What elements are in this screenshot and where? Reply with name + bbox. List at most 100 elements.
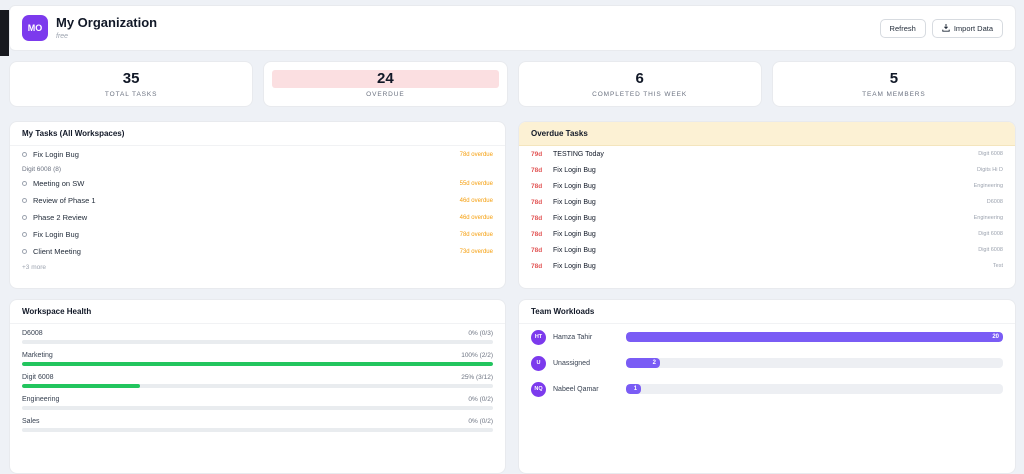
workspace-health-row-top: D6008 0% (0/3) <box>22 330 493 337</box>
overdue-task-workspace: D6008 <box>986 199 1003 205</box>
workspace-name: Sales <box>22 418 40 425</box>
workload-bar-track: 2 <box>626 358 1003 368</box>
overdue-days: 78d <box>531 230 543 238</box>
workload-bar-track: 1 <box>626 384 1003 394</box>
my-tasks-panel: My Tasks (All Workspaces) Fix Login Bug 7… <box>9 121 506 289</box>
task-overdue-label: 46d overdue <box>459 214 493 221</box>
task-overdue-label: 78d overdue <box>459 231 493 238</box>
import-label: Import Data <box>953 23 993 33</box>
overdue-task-workspace: Engineering <box>973 215 1003 221</box>
overdue-task-row[interactable]: 78d Fix Login Bug Digit 6008 <box>519 242 1015 258</box>
member-name: Nabeel Qamar <box>553 385 599 393</box>
task-row[interactable]: Client Meeting 73d overdue <box>10 243 505 260</box>
workspace-health-stat: 0% (0/3) <box>468 330 493 337</box>
task-name: Phase 2 Review <box>33 213 88 222</box>
workspace-health-stat: 25% (3/12) <box>461 374 493 381</box>
task-name: Client Meeting <box>33 247 81 256</box>
overdue-task-row[interactable]: 79d TESTING Today Digit 6008 <box>519 146 1015 162</box>
health-progress-track <box>22 362 493 366</box>
overdue-tasks-title: Overdue Tasks <box>531 129 588 138</box>
left-column: My Tasks (All Workspaces) Fix Login Bug 7… <box>9 121 506 474</box>
overdue-task-name: Fix Login Bug <box>553 246 596 254</box>
main-grid: My Tasks (All Workspaces) Fix Login Bug 7… <box>9 121 1016 474</box>
task-row[interactable]: Fix Login Bug 78d overdue <box>10 226 505 243</box>
task-row[interactable]: Phase 2 Review 46d overdue <box>10 209 505 226</box>
overdue-task-workspace: Digit 6008 <box>978 231 1003 237</box>
member-name: Hamza Tahir <box>553 333 593 341</box>
more-tasks-link[interactable]: +3 more <box>10 260 505 275</box>
overdue-task-name: Fix Login Bug <box>553 262 596 270</box>
task-row[interactable]: Review of Phase 1 46d overdue <box>10 192 505 209</box>
task-overdue-label: 46d overdue <box>459 197 493 204</box>
stat-card-completed-this-week: 6 COMPLETED THIS WEEK <box>517 61 762 107</box>
task-status-icon <box>22 152 27 157</box>
workspace-health-stat: 0% (0/2) <box>468 418 493 425</box>
import-icon <box>942 24 950 32</box>
import-data-button[interactable]: Import Data <box>931 18 1003 38</box>
overdue-task-row[interactable]: 78d Fix Login Bug Digits Hi D <box>519 162 1015 178</box>
overdue-task-row[interactable]: 78d Fix Login Bug Engineering <box>519 178 1015 194</box>
stats-row: 35 TOTAL TASKS 24 OVERDUE 6 COMPLETED THIS WE… <box>9 61 1016 107</box>
health-progress-track <box>22 406 493 410</box>
overdue-task-name: Fix Login Bug <box>553 182 596 190</box>
task-row[interactable]: Meeting on SW 55d overdue <box>10 175 505 192</box>
stat-label: OVERDUE <box>366 90 405 98</box>
overdue-task-row[interactable]: 78d Fix Login Bug Test <box>519 258 1015 274</box>
page-title: My Organization <box>56 15 158 31</box>
task-name: Review of Phase 1 <box>33 196 96 205</box>
overdue-task-row[interactable]: 78d Fix Login Bug Digit 6008 <box>519 226 1015 242</box>
overdue-task-name: Fix Login Bug <box>553 166 596 174</box>
overdue-tasks-header: Overdue Tasks <box>519 122 1015 146</box>
overdue-task-workspace: Digits Hi D <box>977 167 1003 173</box>
workspace-health-stat: 0% (0/2) <box>468 396 493 403</box>
overdue-task-name: Fix Login Bug <box>553 214 596 222</box>
member-avatar: U <box>531 355 546 371</box>
stat-value: 35 <box>122 70 140 88</box>
health-progress-track <box>22 340 493 344</box>
overdue-tasks-list: 79d TESTING Today Digit 6008 78d Fix Login B… <box>519 146 1015 274</box>
health-progress-track <box>22 384 493 388</box>
overdue-days: 78d <box>531 262 543 270</box>
right-column: Overdue Tasks 79d TESTING Today Digit 6008… <box>518 121 1016 474</box>
stat-label: TEAM MEMBERS <box>862 90 926 98</box>
overdue-task-row[interactable]: 78d Fix Login Bug Engineering <box>519 210 1015 226</box>
org-header: MO My Organization free <box>22 15 157 41</box>
workspace-health-row-top: Sales 0% (0/2) <box>22 418 493 425</box>
team-workload-row: NQ Nabeel Qamar 1 <box>519 376 1015 402</box>
overdue-task-workspace: Test <box>992 263 1003 269</box>
workspace-health-stat: 100% (2/2) <box>461 352 493 359</box>
stat-card-total-tasks: 35 TOTAL TASKS <box>9 61 254 107</box>
stat-label: COMPLETED THIS WEEK <box>592 90 688 98</box>
overdue-task-name: TESTING Today <box>553 150 604 158</box>
task-overdue-label: 55d overdue <box>459 180 493 187</box>
workspace-health-row: Sales 0% (0/2) <box>10 412 505 434</box>
task-name: Fix Login Bug <box>33 230 79 239</box>
task-row[interactable]: Fix Login Bug 78d overdue <box>10 146 505 163</box>
workspace-health-row: Engineering 0% (0/2) <box>10 390 505 412</box>
workload-bar-fill: 2 <box>626 358 660 368</box>
task-status-icon <box>22 198 27 203</box>
overdue-task-name: Fix Login Bug <box>553 230 596 238</box>
workspace-health-row-top: Engineering 0% (0/2) <box>22 396 493 403</box>
collapsed-sidebar[interactable] <box>0 10 9 56</box>
overdue-days: 78d <box>531 182 543 190</box>
my-tasks-title: My Tasks (All Workspaces) <box>22 129 125 138</box>
workspace-health-header: Workspace Health <box>10 300 505 324</box>
refresh-button[interactable]: Refresh <box>879 18 926 38</box>
task-status-icon <box>22 249 27 254</box>
task-overdue-label: 73d overdue <box>459 248 493 255</box>
topbar: MO My Organization free Refresh Import D… <box>9 5 1016 51</box>
health-progress-fill <box>22 384 140 388</box>
my-tasks-list: Fix Login Bug 78d overdue Digit 6008 (8) Me… <box>10 146 505 260</box>
task-status-icon <box>22 232 27 237</box>
overdue-task-row[interactable]: 78d Fix Login Bug D6008 <box>519 194 1015 210</box>
stat-label: TOTAL TASKS <box>104 90 158 98</box>
overdue-days: 78d <box>531 246 543 254</box>
overdue-task-name: Fix Login Bug <box>553 198 596 206</box>
workspace-name: Engineering <box>22 396 60 403</box>
overdue-days: 78d <box>531 214 543 222</box>
my-tasks-header: My Tasks (All Workspaces) <box>10 122 505 146</box>
overdue-days: 78d <box>531 166 543 174</box>
overdue-days: 78d <box>531 198 543 206</box>
task-group-label: Digit 6008 (8) <box>22 166 62 173</box>
